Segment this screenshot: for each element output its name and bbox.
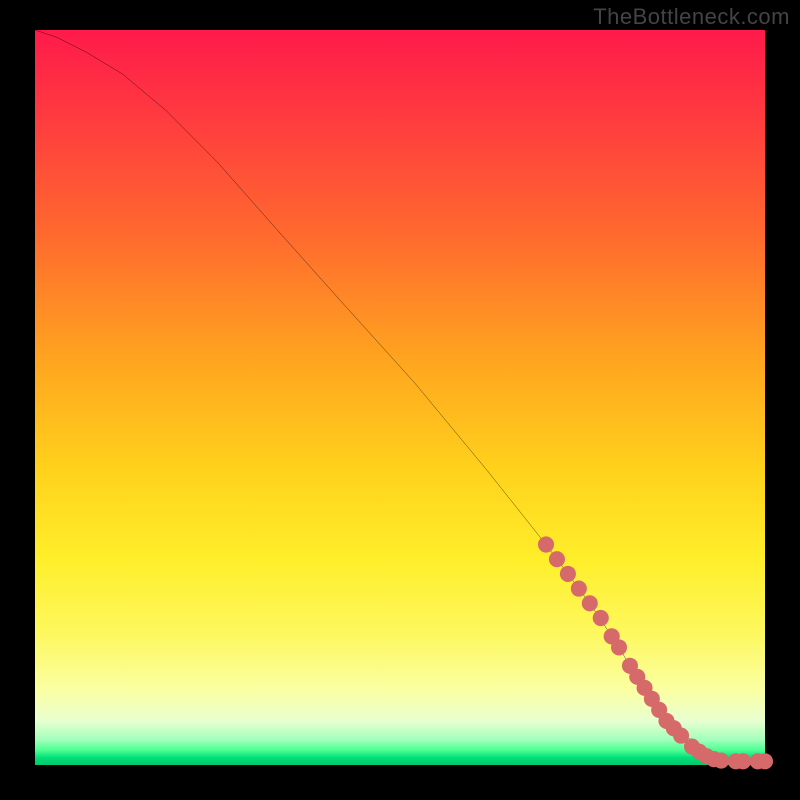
curve-markers bbox=[538, 536, 773, 769]
curve-marker bbox=[713, 753, 729, 769]
curve-marker bbox=[582, 595, 598, 611]
curve-marker bbox=[735, 753, 751, 769]
curve-marker bbox=[560, 566, 576, 582]
curve-svg bbox=[35, 30, 765, 765]
curve-marker bbox=[757, 753, 773, 769]
watermark-text: TheBottleneck.com bbox=[593, 4, 790, 30]
chart-frame: TheBottleneck.com bbox=[0, 0, 800, 800]
curve-marker bbox=[571, 581, 587, 597]
curve-marker bbox=[593, 610, 609, 626]
curve-marker bbox=[549, 551, 565, 567]
plot-area bbox=[35, 30, 765, 765]
curve-marker bbox=[611, 639, 627, 655]
bottleneck-curve-path bbox=[35, 30, 765, 761]
curve-marker bbox=[538, 536, 554, 552]
